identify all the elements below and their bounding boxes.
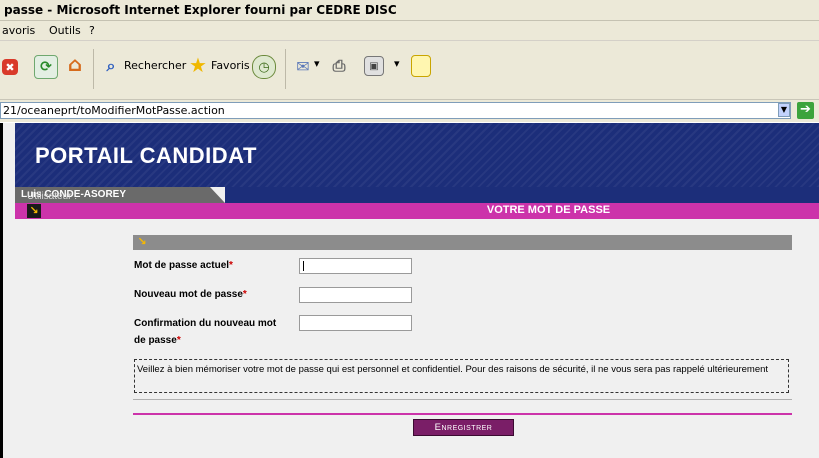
- home-icon[interactable]: ⌂: [64, 52, 86, 76]
- user-info: Utilisateur : Luis CONDE-ASOREY: [21, 189, 126, 202]
- confirm-password-label: Confirmation du nouveau mot de passe*: [134, 318, 277, 346]
- form-header-bar: ↘: [133, 235, 792, 250]
- stop-icon[interactable]: ✖: [2, 59, 18, 75]
- form-arrow-icon: ↘: [137, 235, 147, 248]
- address-dropdown-icon[interactable]: ▼: [778, 103, 790, 117]
- user-label: Utilisateur :: [27, 191, 78, 202]
- menu-bar: avoris Outils ?: [0, 21, 819, 41]
- accent-divider: [133, 413, 792, 415]
- search-icon[interactable]: ⌕: [100, 55, 122, 77]
- notice-text: Veillez à bien mémoriser votre mot de pa…: [137, 364, 769, 375]
- favorites-star-icon[interactable]: ★: [187, 53, 209, 77]
- favorites-button-label[interactable]: Favoris: [211, 59, 250, 72]
- text-cursor: [303, 261, 304, 271]
- history-icon[interactable]: ◷: [252, 55, 276, 79]
- toolbar: ✖ ⟳ ⌂ ⌕ Rechercher ★ Favoris ◷ ✉ ▾ ⎙ ▣ ▾: [0, 41, 819, 100]
- edit-icon[interactable]: ▣: [364, 56, 384, 76]
- confirm-password-input[interactable]: [299, 315, 412, 331]
- page-content: PORTAIL CANDIDAT Utilisateur : Luis COND…: [0, 123, 819, 458]
- save-button[interactable]: Enregistrer: [413, 419, 514, 436]
- portal-title: PORTAIL CANDIDAT: [35, 143, 257, 168]
- address-url: 21/oceaneprt/toModifierMotPasse.action: [3, 104, 225, 117]
- menu-item-help[interactable]: ?: [89, 24, 95, 37]
- new-password-label: Nouveau mot de passe*: [134, 289, 247, 300]
- note-icon[interactable]: [411, 55, 431, 77]
- go-arrow-icon[interactable]: ➔: [797, 102, 814, 119]
- user-tab: Utilisateur : Luis CONDE-ASOREY: [15, 187, 225, 203]
- menu-item-favoris[interactable]: avoris: [2, 24, 35, 37]
- refresh-icon[interactable]: ⟳: [34, 55, 58, 79]
- window-title-bar: passe - Microsoft Internet Explorer four…: [0, 0, 819, 21]
- section-title: VOTRE MOT DE PASSE: [486, 204, 611, 216]
- nav-strip: [225, 187, 819, 203]
- current-password-input[interactable]: [299, 258, 412, 274]
- current-password-label: Mot de passe actuel*: [134, 260, 233, 271]
- portal-banner: PORTAIL CANDIDAT: [15, 123, 819, 187]
- edit-dropdown-icon[interactable]: ▾: [394, 57, 400, 70]
- security-notice: Veillez à bien mémoriser votre mot de pa…: [134, 359, 789, 393]
- divider: [133, 399, 792, 400]
- search-button-label[interactable]: Rechercher: [124, 59, 186, 72]
- address-input[interactable]: 21/oceaneprt/toModifierMotPasse.action: [0, 102, 791, 119]
- address-bar: 21/oceaneprt/toModifierMotPasse.action ▼…: [0, 100, 819, 122]
- mail-icon[interactable]: ✉: [292, 55, 314, 77]
- section-header: ↘ VOTRE MOT DE PASSE: [15, 203, 819, 219]
- new-password-input[interactable]: [299, 287, 412, 303]
- print-icon[interactable]: ⎙: [328, 55, 350, 77]
- mail-dropdown-icon[interactable]: ▾: [314, 57, 320, 70]
- menu-item-outils[interactable]: Outils: [49, 24, 81, 37]
- window-title: passe - Microsoft Internet Explorer four…: [4, 3, 397, 17]
